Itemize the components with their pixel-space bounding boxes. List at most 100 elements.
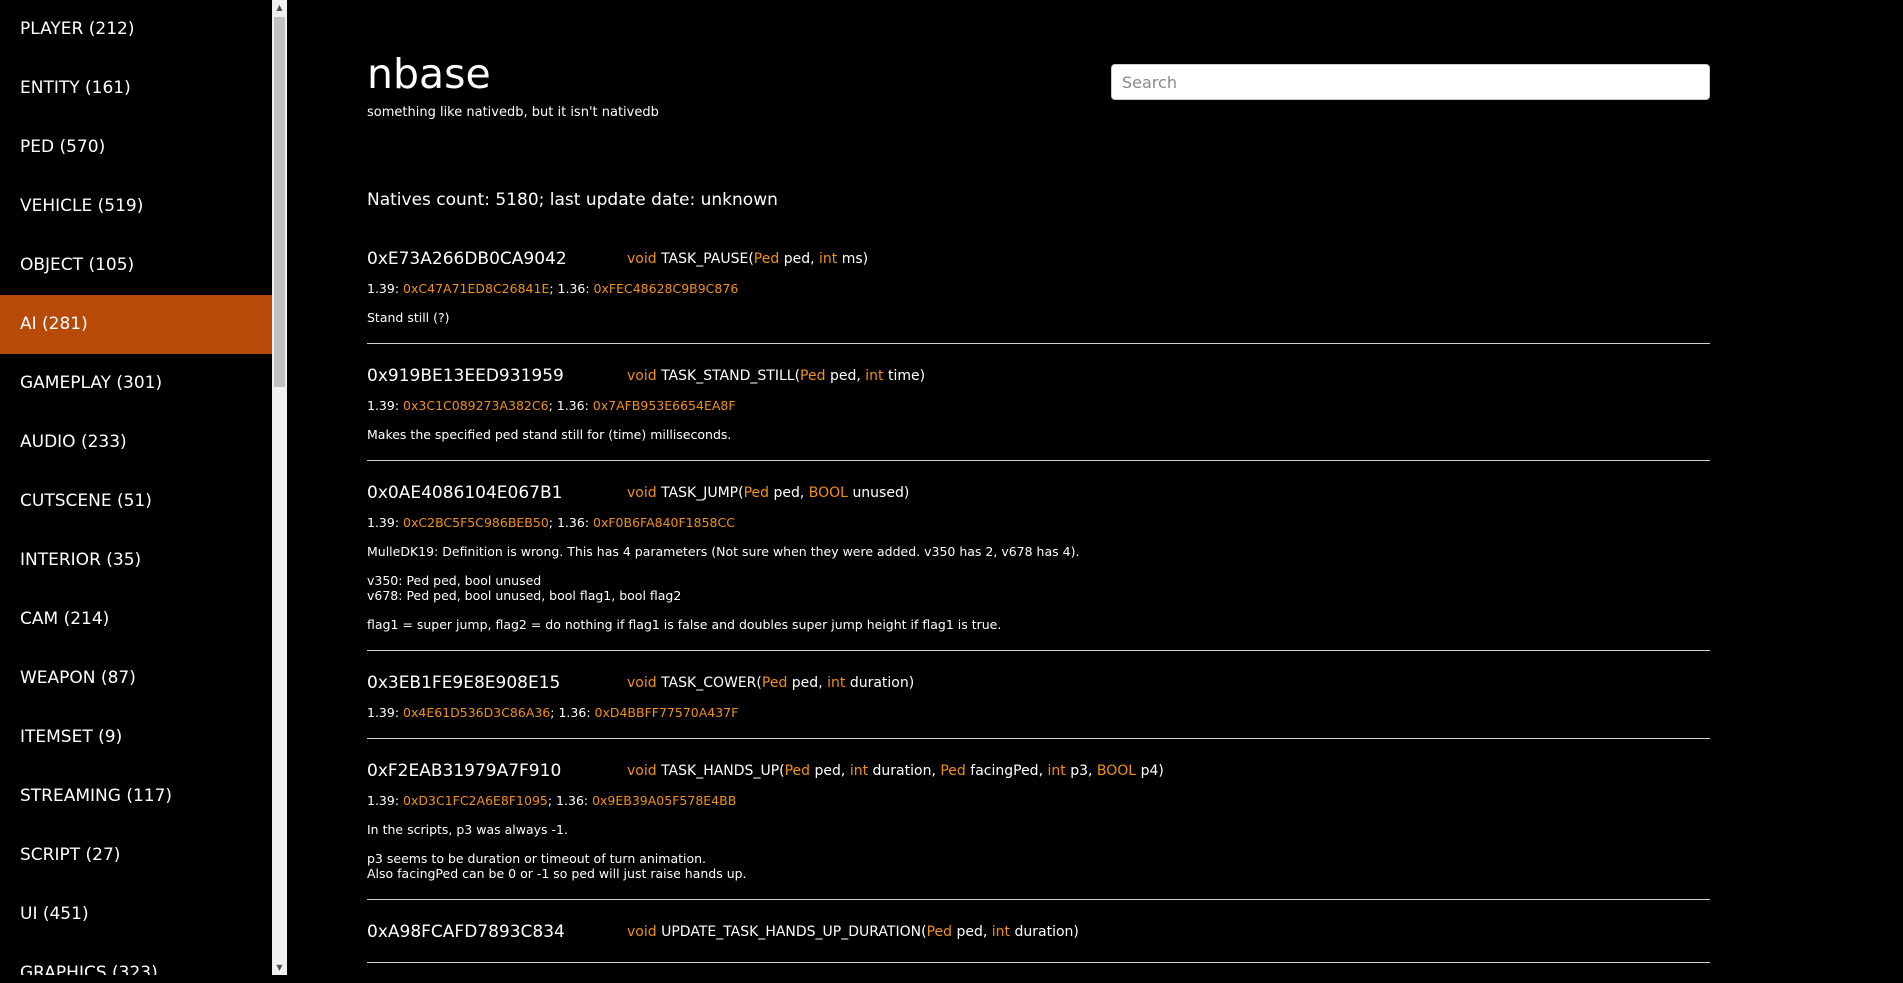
scroll-up-arrow-icon[interactable]: ▲ [272, 0, 287, 15]
sidebar-item-weapon[interactable]: WEAPON (87) [0, 649, 272, 708]
param-type: BOOL [1096, 763, 1137, 779]
native-entry: 0xF2EAB31979A7F910 void TASK_HANDS_UP(Ped… [367, 759, 1710, 900]
param-type: Ped [784, 763, 811, 779]
param-name: time [887, 368, 920, 384]
version-hashes: 1.39: 0xC2BC5F5C986BEB50; 1.36: 0xF0B6FA… [367, 515, 1710, 530]
sidebar-item-itemset[interactable]: ITEMSET (9) [0, 708, 272, 767]
param-name: duration [872, 763, 932, 779]
param-type: Ped [800, 368, 826, 384]
version-hashes: 1.39: 0xD3C1FC2A6E8F1095; 1.36: 0x9EB39A… [367, 793, 1710, 808]
param-name: duration [1014, 924, 1074, 940]
native-signature: void TASK_STAND_STILL(Ped ped, int time) [627, 368, 926, 384]
sidebar-item-ped[interactable]: PED (570) [0, 118, 272, 177]
scroll-down-arrow-icon[interactable]: ▼ [272, 960, 287, 975]
version-label: 1.39: [367, 793, 404, 808]
return-type: void [627, 251, 657, 267]
native-header: 0x0AE4086104E067B1 void TASK_JUMP(Ped ped… [367, 481, 1710, 505]
old-hash-139: 0xC2BC5F5C986BEB50 [403, 515, 549, 530]
description-paragraph: v350: Ped ped, bool unused v678: Ped ped… [367, 573, 682, 603]
sidebar-item-cutscene[interactable]: CUTSCENE (51) [0, 472, 272, 531]
version-label: 1.39: [367, 398, 404, 413]
param-name: unused [852, 485, 904, 501]
return-type: void [627, 675, 657, 691]
native-signature: void TASK_JUMP(Ped ped, BOOL unused) [627, 485, 910, 501]
sidebar-item-object[interactable]: OBJECT (105) [0, 236, 272, 295]
return-type: void [627, 368, 657, 384]
version-label: 1.39: [367, 515, 404, 530]
version-label: ; 1.36: [548, 515, 593, 530]
native-hash-link[interactable]: 0x0AE4086104E067B1 [367, 483, 627, 503]
native-header: 0xA98FCAFD7893C834 void UPDATE_TASK_HANDS… [367, 920, 1710, 944]
native-hash-link[interactable]: 0xE73A266DB0CA9042 [367, 249, 627, 269]
sidebar-item-cam[interactable]: CAM (214) [0, 590, 272, 649]
native-header: 0xE73A266DB0CA9042 void TASK_PAUSE(Ped pe… [367, 247, 1710, 271]
sidebar-item-graphics[interactable]: GRAPHICS (323) [0, 944, 272, 975]
old-hash-139: 0x4E61D536D3C86A36 [403, 705, 551, 720]
return-type: void [627, 924, 657, 940]
native-header: 0x919BE13EED931959 void TASK_STAND_STILL(… [367, 364, 1710, 388]
native-description: MulleDK19: Definition is wrong. This has… [367, 544, 1710, 632]
old-hash-136: 0xFEC48628C9B9C876 [593, 281, 739, 296]
description-paragraph: MulleDK19: Definition is wrong. This has… [367, 544, 1080, 559]
native-entry: 0x3EB1FE9E8E908E15 void TASK_COWER(Ped pe… [367, 671, 1710, 739]
old-hash-136: 0xF0B6FA840F1858CC [593, 515, 735, 530]
version-label: ; 1.36: [548, 398, 593, 413]
native-signature: void TASK_PAUSE(Ped ped, int ms) [627, 251, 869, 267]
native-description: Makes the specified ped stand still for … [367, 427, 1710, 442]
old-hash-136: 0x7AFB953E6654EA8F [592, 398, 736, 413]
sidebar-item-gameplay[interactable]: GAMEPLAY (301) [0, 354, 272, 413]
param-type: int [849, 763, 869, 779]
sidebar-item-ai[interactable]: AI (281) [0, 295, 272, 354]
param-type: Ped [753, 251, 780, 267]
sidebar-item-interior[interactable]: INTERIOR (35) [0, 531, 272, 590]
return-type: void [627, 485, 657, 501]
old-hash-139: 0xC47A71ED8C26841E [403, 281, 550, 296]
function-name: TASK_PAUSE [661, 251, 749, 267]
old-hash-136: 0xD4BBFF77570A437F [594, 705, 739, 720]
param-name: ped [814, 763, 841, 779]
page-subtitle: something like nativedb, but it isn't na… [367, 105, 659, 120]
sidebar-scrollbar[interactable]: ▲ ▼ [272, 0, 287, 975]
native-hash-link[interactable]: 0x3EB1FE9E8E908E15 [367, 673, 627, 693]
native-hash-link[interactable]: 0xA98FCAFD7893C834 [367, 922, 627, 942]
native-description: Stand still (?) [367, 310, 1710, 325]
param-name: ped [783, 251, 811, 267]
version-hashes: 1.39: 0x3C1C089273A382C6; 1.36: 0x7AFB95… [367, 398, 1710, 413]
version-hashes: 1.39: 0x4E61D536D3C86A36; 1.36: 0xD4BBFF… [367, 705, 1710, 720]
return-type: void [627, 763, 657, 779]
natives-list: 0xE73A266DB0CA9042 void TASK_PAUSE(Ped pe… [367, 247, 1710, 983]
native-header: 0xF2EAB31979A7F910 void TASK_HANDS_UP(Ped… [367, 759, 1710, 783]
sidebar-item-vehicle[interactable]: VEHICLE (519) [0, 177, 272, 236]
param-type: Ped [940, 763, 966, 779]
native-entry: 0xE73A266DB0CA9042 void TASK_PAUSE(Ped pe… [367, 247, 1710, 344]
sidebar-item-streaming[interactable]: STREAMING (117) [0, 767, 272, 826]
param-type: Ped [761, 675, 788, 691]
version-label: ; 1.36: [550, 705, 595, 720]
sidebar-item-ui[interactable]: UI (451) [0, 885, 272, 944]
param-type: int [818, 251, 838, 267]
sidebar-item-audio[interactable]: AUDIO (233) [0, 413, 272, 472]
sidebar-item-script[interactable]: SCRIPT (27) [0, 826, 272, 885]
version-label: ; 1.36: [549, 281, 594, 296]
param-type: BOOL [808, 485, 848, 501]
native-hash-link[interactable]: 0x919BE13EED931959 [367, 366, 627, 386]
param-type: int [827, 675, 846, 691]
native-entry: 0xA98FCAFD7893C834 void UPDATE_TASK_HANDS… [367, 920, 1710, 963]
native-signature: void TASK_COWER(Ped ped, int duration) [627, 675, 915, 691]
sidebar-item-entity[interactable]: ENTITY (161) [0, 59, 272, 118]
function-name: TASK_COWER [661, 675, 757, 691]
natives-stats: Natives count: 5180; last update date: u… [367, 190, 778, 210]
param-name: p3 [1070, 763, 1088, 779]
param-name: facingPed [970, 763, 1039, 779]
page-title: nbase [367, 50, 491, 98]
sidebar-item-player[interactable]: PLAYER (212) [0, 0, 272, 59]
old-hash-139: 0xD3C1FC2A6E8F1095 [403, 793, 548, 808]
version-label: ; 1.36: [547, 793, 593, 808]
param-name: ped [791, 675, 819, 691]
search-input[interactable] [1111, 64, 1710, 100]
param-name: p4 [1140, 763, 1159, 779]
version-hashes: 1.39: 0xC47A71ED8C26841E; 1.36: 0xFEC486… [367, 281, 1710, 296]
param-type: int [1047, 763, 1066, 779]
scrollbar-thumb[interactable] [274, 17, 285, 387]
native-hash-link[interactable]: 0xF2EAB31979A7F910 [367, 761, 627, 781]
